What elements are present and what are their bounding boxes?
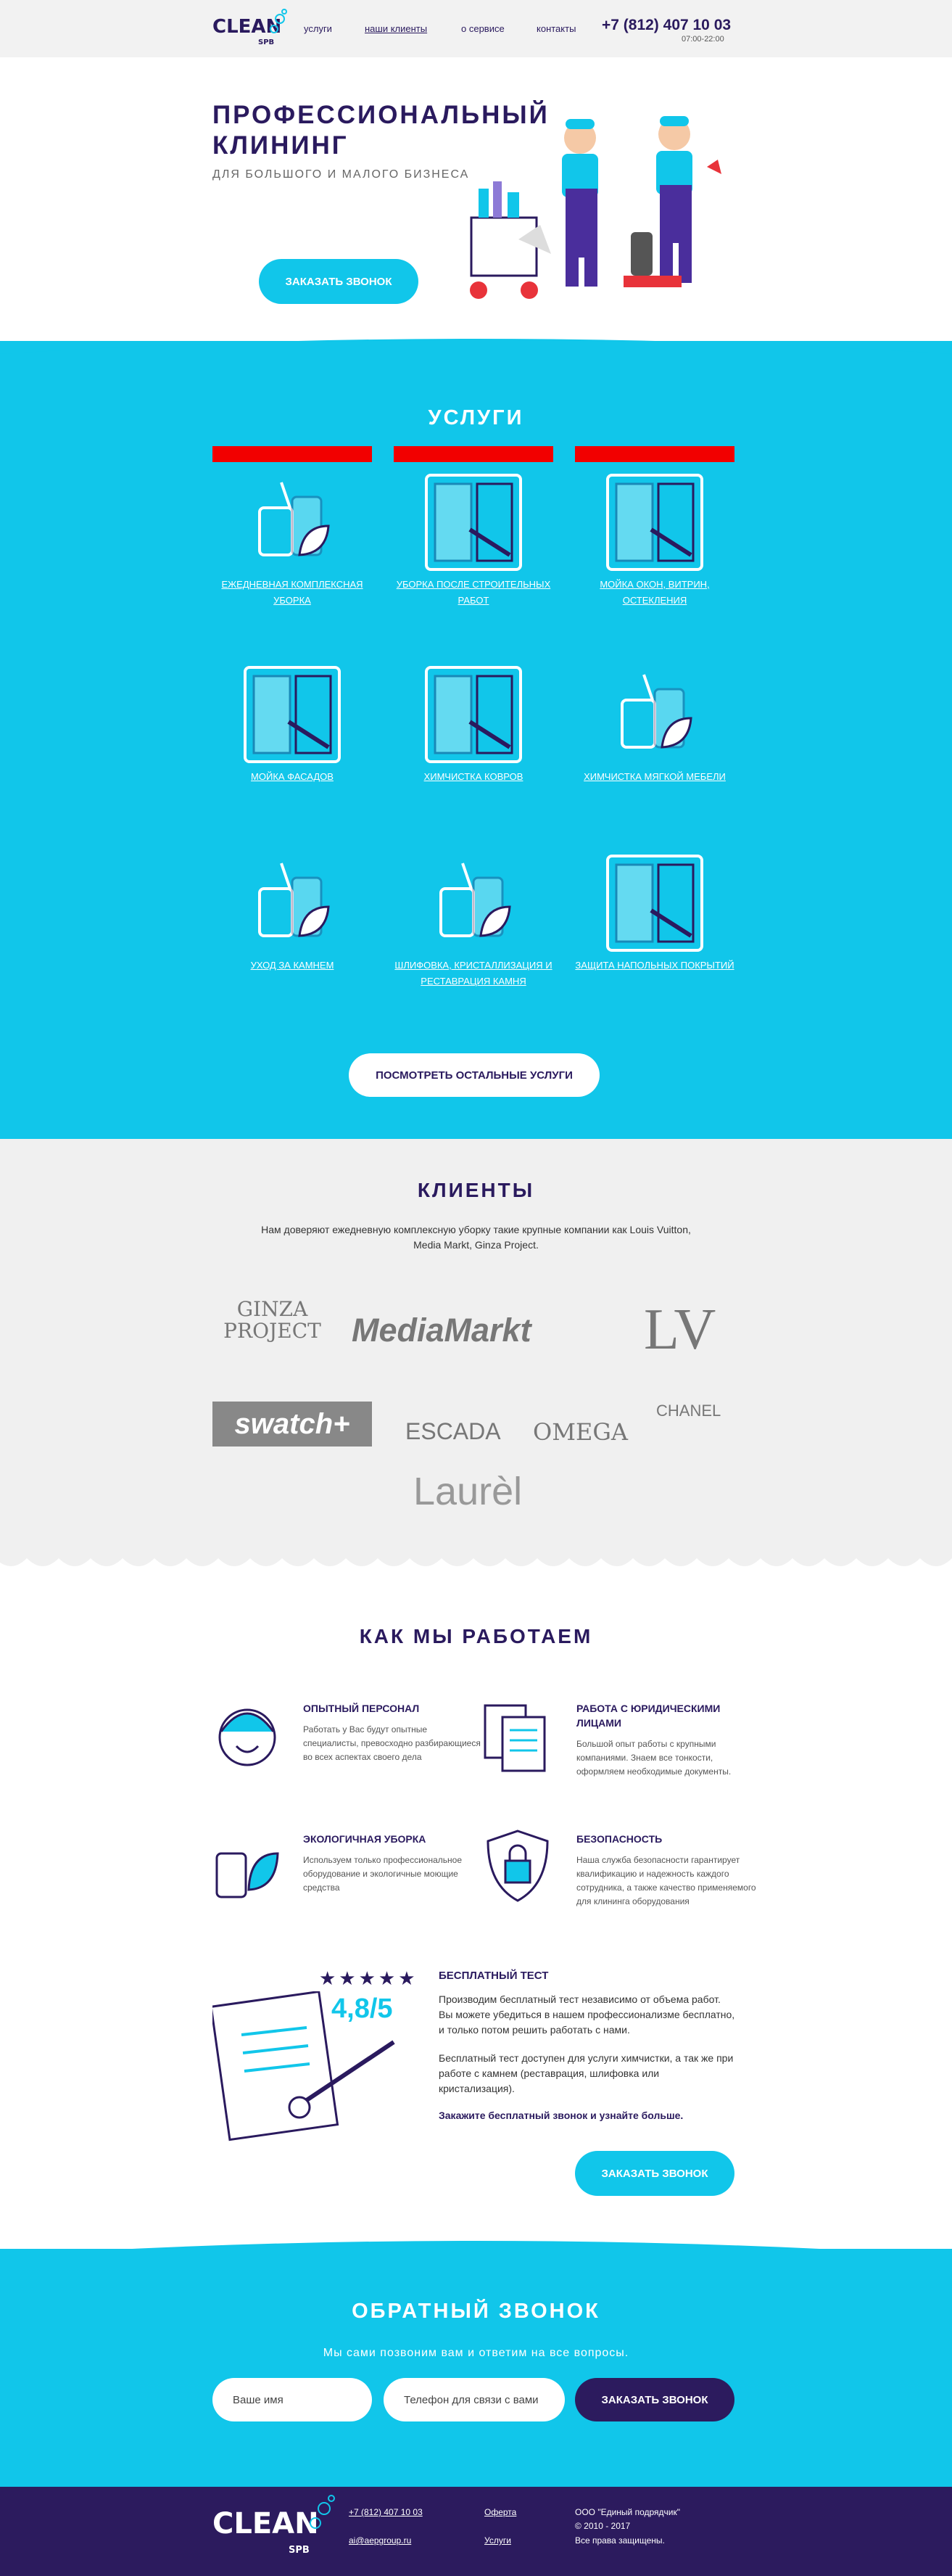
footer-services-link[interactable]: Услуги — [484, 2535, 511, 2546]
brand-laurel: Laurèl — [413, 1470, 523, 1513]
free-test-text-2: Бесплатный тест доступен для услуги химч… — [439, 2052, 734, 2094]
header-hours: 07:00-22:00 — [682, 35, 724, 44]
feature-eco: ЭКОЛОГИЧНАЯ УБОРКА Используем только проф… — [303, 1833, 462, 1893]
free-test-title: БЕСПЛАТНЫЙ ТЕСТ — [439, 1970, 549, 1982]
clients-title: КЛИЕНТЫ — [417, 1179, 535, 1201]
footer-email[interactable]: ai@aepgroup.ru — [349, 2535, 411, 2546]
service-card[interactable]: ШЛИФОВКА, КРИСТАЛЛИЗАЦИЯ И РЕСТАВРАЦИЯ К… — [394, 849, 553, 989]
feature-legal: РАБОТА С ЮРИДИЧЕСКИМИ ЛИЦАМИ Большой опыт… — [576, 1703, 732, 1777]
window-icon — [394, 660, 553, 769]
window-icon — [394, 468, 553, 577]
service-card[interactable]: ЗАЩИТА НАПОЛЬНЫХ ПОКРЫТИЙ — [575, 849, 734, 974]
worker-icon — [218, 1708, 276, 1766]
window-icon — [575, 468, 734, 577]
service-label[interactable]: ЕЖЕДНЕВНАЯ КОМПЛЕКСНАЯ УБОРКА — [212, 577, 372, 609]
brand-omega: OMEGA — [533, 1418, 629, 1446]
documents-icon — [484, 1704, 546, 1772]
nav-clients[interactable]: наши клиенты — [365, 23, 427, 34]
header-phone[interactable]: +7 (812) 407 10 03 — [602, 17, 731, 34]
phone-input[interactable]: Телефон для связи с вами — [384, 2378, 565, 2421]
footer-logo[interactable]: CLEAN — [212, 2507, 319, 2540]
rating-value: 4,8/5 — [331, 1993, 393, 2024]
service-card[interactable]: ХИМЧИСТКА МЯГКОЙ МЕБЕЛИ — [575, 660, 734, 785]
callback-text: Мы сами позвоним вам и ответим на все во… — [323, 2347, 629, 2359]
callback-section — [0, 2249, 952, 2487]
footer-bubbles-icon — [310, 2495, 335, 2529]
service-card[interactable]: ЕЖЕДНЕВНАЯ КОМПЛЕКСНАЯ УБОРКА — [212, 446, 372, 609]
brand-mediamarkt: MediaMarkt — [352, 1312, 531, 1349]
service-label[interactable]: УХОД ЗА КАМНЕМ — [212, 958, 372, 974]
footer-rights: Все права защищены. — [575, 2535, 665, 2546]
nav-about[interactable]: о сервисе — [461, 23, 505, 34]
service-label[interactable]: МОЙКА ОКОН, ВИТРИН, ОСТЕКЛЕНИЯ — [575, 577, 734, 609]
services-top-wave — [0, 339, 952, 354]
bottles-icon — [212, 468, 372, 577]
footer-offer-link[interactable]: Оферта — [484, 2507, 516, 2517]
service-card[interactable]: ХИМЧИСТКА КОВРОВ — [394, 660, 553, 785]
service-label[interactable]: ХИМЧИСТКА КОВРОВ — [394, 769, 553, 785]
window-icon — [212, 660, 372, 769]
brand-lv: LV — [644, 1298, 716, 1362]
footer-company: ООО "Единый подрядчик" — [575, 2507, 681, 2517]
clients-text: Нам доверяют ежедневную комплексную убор… — [261, 1224, 691, 1251]
service-label[interactable]: УБОРКА ПОСЛЕ СТРОИТЕЛЬНЫХ РАБОТ — [394, 577, 553, 609]
callback-title: ОБРАТНЫЙ ЗВОНОК — [352, 2300, 600, 2323]
service-label[interactable]: ЗАЩИТА НАПОЛЬНЫХ ПОКРЫТИЙ — [575, 958, 734, 974]
footer: CLEAN SPB +7 (812) 407 10 03 ai@aepgroup… — [0, 2487, 952, 2576]
bottles-icon — [394, 849, 553, 958]
nav-services[interactable]: услуги — [304, 23, 332, 34]
service-card[interactable]: МОЙКА ОКОН, ВИТРИН, ОСТЕКЛЕНИЯ — [575, 446, 734, 609]
brand-chanel: CHANEL — [656, 1402, 721, 1420]
shield-lock-icon — [487, 1830, 549, 1902]
service-card[interactable]: УХОД ЗА КАМНЕМ — [212, 849, 372, 974]
hero-call-button[interactable]: ЗАКАЗАТЬ ЗВОНОК — [259, 259, 418, 304]
brand-ginza: GINZA PROJECT — [223, 1297, 321, 1343]
logo-sub: SPB — [258, 38, 275, 46]
service-highlight-bar — [394, 446, 553, 462]
bottles-icon — [212, 849, 372, 958]
cleaners-illustration — [470, 116, 721, 299]
service-highlight-bar — [575, 446, 734, 462]
name-input[interactable]: Ваше имя — [212, 2378, 372, 2421]
eco-icon — [215, 1852, 279, 1898]
free-test-block: БЕСПЛАТНЫЙ ТЕСТ Производим бесплатный те… — [439, 1970, 736, 2121]
header: CLEAN SPB услуги наши клиенты о сервисе … — [0, 0, 952, 57]
service-card[interactable]: УБОРКА ПОСЛЕ СТРОИТЕЛЬНЫХ РАБОТ — [394, 446, 553, 609]
window-icon — [575, 849, 734, 958]
bubbles-icon — [270, 9, 287, 33]
free-test-call-button[interactable]: ЗАКАЗАТЬ ЗВОНОК — [575, 2151, 734, 2196]
footer-phone[interactable]: +7 (812) 407 10 03 — [349, 2507, 423, 2517]
clients-bottom-wave — [0, 1545, 952, 1566]
service-label[interactable]: ШЛИФОВКА, КРИСТАЛЛИЗАЦИЯ И РЕСТАВРАЦИЯ К… — [394, 958, 553, 989]
rating-stars: ★★★★★ — [319, 1967, 418, 1989]
footer-logo-sub: SPB — [289, 2545, 310, 2556]
free-test-text-1: Производим бесплатный тест независимо от… — [439, 1993, 735, 2036]
feature-staff: ОПЫТНЫЙ ПЕРСОНАЛ Работать у Вас будут опы… — [303, 1703, 481, 1762]
how-title: КАК МЫ РАБОТАЕМ — [359, 1625, 593, 1647]
services-title: УСЛУГИ — [428, 406, 524, 429]
free-test-text-3: Закажите бесплатный звонок и узнайте бол… — [439, 2110, 684, 2121]
more-services-button[interactable]: ПОСМОТРЕТЬ ОСТАЛЬНЫЕ УСЛУГИ — [349, 1053, 600, 1097]
hero-subtitle: ДЛЯ БОЛЬШОГО И МАЛОГО БИЗНЕСА — [212, 168, 470, 181]
service-label[interactable]: МОЙКА ФАСАДОВ — [212, 769, 372, 785]
service-highlight-bar — [212, 446, 372, 462]
service-label[interactable]: ХИМЧИСТКА МЯГКОЙ МЕБЕЛИ — [575, 769, 734, 785]
callback-submit-button[interactable]: ЗАКАЗАТЬ ЗВОНОК — [575, 2378, 734, 2421]
service-card[interactable]: МОЙКА ФАСАДОВ — [212, 660, 372, 785]
nav-contacts[interactable]: контакты — [537, 23, 576, 34]
feature-security: БЕЗОПАСНОСТЬ Наша служба безопасности гар… — [576, 1833, 756, 1906]
brand-swatch: swatch+ — [212, 1402, 372, 1447]
bottles-icon — [575, 660, 734, 769]
brand-escada: ESCADA — [405, 1418, 501, 1444]
footer-years: © 2010 - 2017 — [575, 2521, 631, 2531]
